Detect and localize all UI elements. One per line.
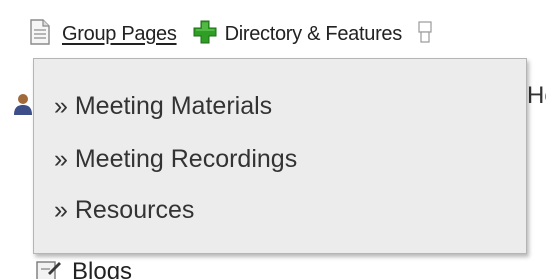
nav-group-pages-label[interactable]: Group Pages <box>62 23 177 46</box>
nav-next-item[interactable] <box>418 20 432 49</box>
document-icon <box>30 18 50 50</box>
background-text-fragment: Ho <box>527 82 546 109</box>
plus-icon <box>193 20 217 49</box>
menu-item-meeting-materials[interactable]: » Meeting Materials <box>54 92 272 121</box>
blog-edit-icon <box>36 259 62 279</box>
top-nav: Group Pages Directory & Features <box>30 14 432 54</box>
menu-item-meeting-recordings[interactable]: » Meeting Recordings <box>54 145 297 174</box>
partial-icon <box>418 20 432 49</box>
page: Group Pages Directory & Features H Blogs… <box>0 0 546 279</box>
user-icon <box>12 92 34 121</box>
menu-item-resources[interactable]: » Resources <box>54 196 194 225</box>
blogs-label[interactable]: Blogs <box>72 258 132 279</box>
group-pages-dropdown: » Meeting Materials » Meeting Recordings… <box>33 58 527 254</box>
background-blogs-link[interactable]: Blogs <box>36 258 132 279</box>
nav-directory-features-label[interactable]: Directory & Features <box>225 23 403 46</box>
nav-directory-features[interactable]: Directory & Features <box>193 20 402 49</box>
nav-group-pages[interactable]: Group Pages <box>30 18 177 50</box>
